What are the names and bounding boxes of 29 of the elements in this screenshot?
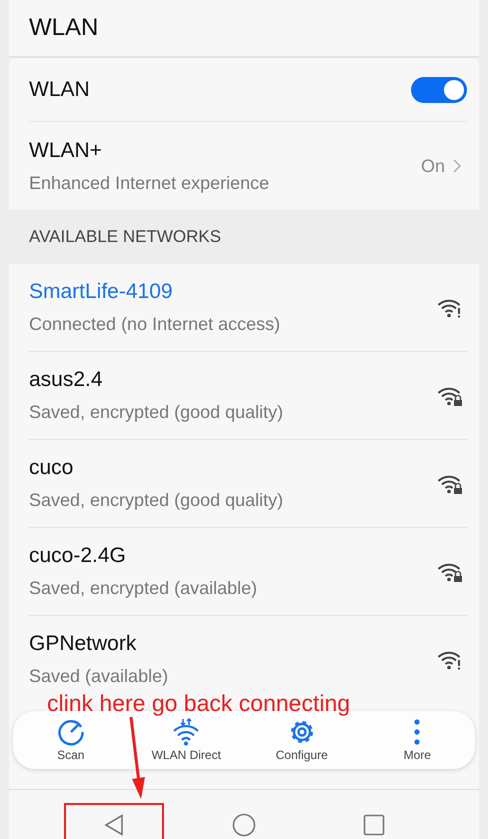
scan-icon <box>56 718 85 746</box>
back-button[interactable] <box>64 803 164 839</box>
network-name[interactable]: cuco-2.4G <box>29 544 429 568</box>
more-icon <box>413 718 422 746</box>
setting-subtitle: Enhanced Internet experience <box>29 172 270 194</box>
back-icon <box>104 814 124 836</box>
recents-icon <box>363 814 385 836</box>
toolbar-button[interactable]: Configure <box>252 716 352 764</box>
network-status: Connected (no Internet access) <box>29 314 282 335</box>
toolbar-button[interactable]: More <box>367 716 468 764</box>
annotation-text: clink here go back connecting <box>47 690 350 717</box>
network-status: Saved, encrypted (good quality) <box>29 402 284 423</box>
network-name[interactable]: asus2.4 <box>29 368 429 392</box>
section-title: AVAILABLE NETWORKS <box>29 227 222 247</box>
chevron-icon <box>453 159 461 173</box>
network-status: Saved (available) <box>29 666 170 687</box>
toolbar-button[interactable]: WLAN Direct <box>136 716 236 764</box>
wifi-direct-icon <box>172 718 200 746</box>
setting-label: WLAN+ <box>29 138 103 162</box>
toggle-switch[interactable] <box>411 76 467 102</box>
network-status: Saved, encrypted (good quality) <box>29 490 284 511</box>
network-name[interactable]: GPNetwork <box>29 632 429 656</box>
page-title: WLAN <box>29 14 98 42</box>
network-status: Saved, encrypted (available) <box>29 578 258 599</box>
toolbar-button[interactable]: Scan <box>20 716 121 764</box>
setting-label: WLAN <box>29 78 90 102</box>
network-name[interactable]: SmartLife-4109 <box>29 280 429 304</box>
network-name[interactable]: cuco <box>29 456 429 480</box>
home-icon <box>232 813 256 837</box>
